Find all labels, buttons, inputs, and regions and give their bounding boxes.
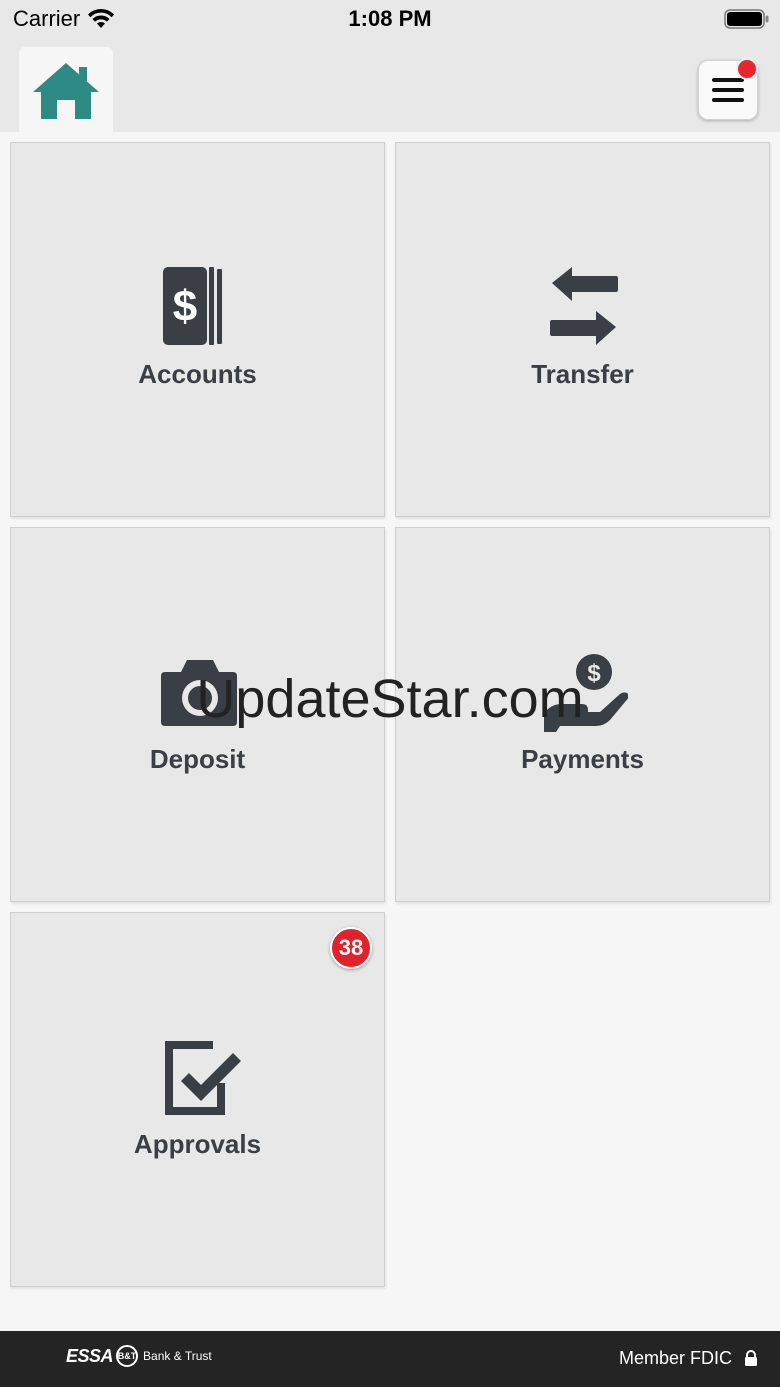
tile-accounts[interactable]: $ Accounts	[10, 142, 385, 517]
tile-transfer[interactable]: Transfer	[395, 142, 770, 517]
brand-mark-icon: B&T	[116, 1345, 139, 1367]
status-bar: Carrier 1:08 PM	[0, 0, 780, 40]
hand-coin-icon: $	[543, 654, 628, 732]
home-button[interactable]	[19, 47, 113, 132]
app-header	[0, 40, 780, 132]
home-icon	[33, 62, 99, 119]
brand-name: ESSA	[66, 1345, 114, 1366]
hamburger-menu-icon	[712, 78, 744, 102]
approvals-count-badge: 38	[330, 927, 372, 969]
tile-accounts-label: Accounts	[138, 359, 257, 389]
transfer-arrows-icon	[549, 267, 618, 345]
svg-text:$: $	[172, 282, 196, 331]
svg-text:$: $	[587, 660, 601, 687]
tile-deposit[interactable]: Deposit	[10, 527, 385, 902]
lock-icon	[745, 1350, 757, 1366]
status-time: 1:08 PM	[348, 6, 432, 31]
tile-payments-label: Payments	[521, 744, 644, 774]
brand-logo: ESSA B&T Bank & Trust	[66, 1345, 212, 1367]
footer: ESSA B&T Bank & Trust Member FDIC	[0, 1331, 780, 1387]
camera-icon	[160, 660, 237, 726]
fdic-notice: Member FDIC	[619, 1348, 758, 1369]
battery-icon	[724, 9, 769, 29]
brand-subtitle: Bank & Trust	[143, 1349, 212, 1363]
checkbox-icon	[164, 1041, 241, 1115]
dollar-bills-icon: $	[162, 267, 222, 345]
menu-notification-dot	[736, 58, 758, 80]
fdic-label: Member FDIC	[618, 1348, 732, 1368]
tile-payments[interactable]: $ Payments	[395, 527, 770, 902]
tile-transfer-label: Transfer	[531, 359, 634, 389]
tile-approvals-label: Approvals	[133, 1129, 262, 1159]
tile-deposit-label: Deposit	[149, 744, 246, 774]
tile-approvals[interactable]: 38 Approvals	[10, 912, 385, 1287]
menu-button[interactable]	[698, 58, 758, 120]
